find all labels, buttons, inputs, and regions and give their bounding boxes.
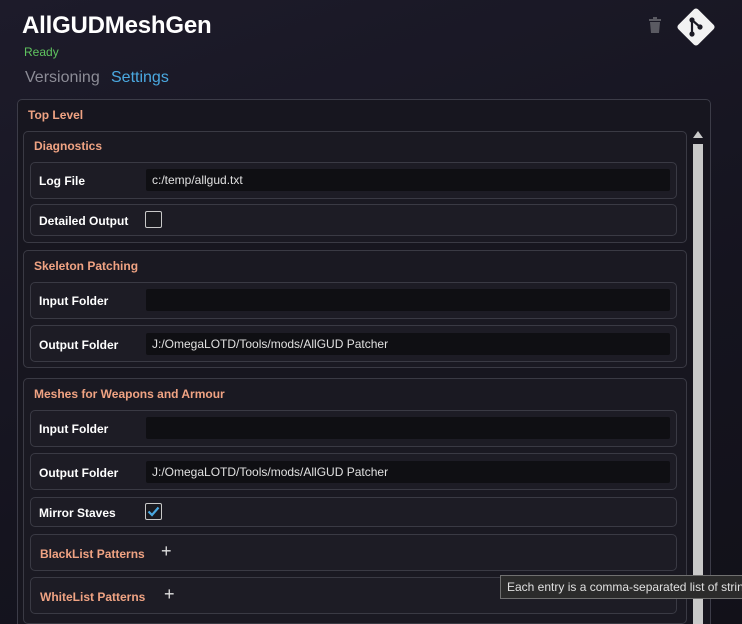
skeleton-input-folder-label: Input Folder [39,294,109,308]
add-blacklist-button[interactable]: + [161,542,172,560]
scroll-up-arrow-icon[interactable] [693,131,703,138]
tab-settings[interactable]: Settings [111,69,169,87]
git-icon[interactable] [676,7,716,47]
top-level-label: Top Level [28,108,84,122]
whitelist-label: WhiteList Patterns [40,590,146,604]
meshes-input-folder-input[interactable] [146,417,670,439]
status-text: Ready [24,45,59,59]
checkmark-icon [147,506,160,517]
meshes-output-folder-input[interactable]: J:/OmegaLOTD/Tools/mods/AllGUD Patcher [146,461,670,483]
meshes-input-folder-label: Input Folder [39,422,109,436]
tooltip: Each entry is a comma-separated list of … [500,575,742,599]
log-file-input[interactable]: c:/temp/allgud.txt [146,169,670,191]
meshes-output-folder-label: Output Folder [39,466,119,480]
add-whitelist-button[interactable]: + [164,585,175,603]
meshes-title: Meshes for Weapons and Armour [34,387,225,401]
skeleton-patching-title: Skeleton Patching [34,259,139,273]
app-title: AllGUDMeshGen [22,12,212,39]
blacklist-label: BlackList Patterns [40,547,145,561]
diagnostics-title: Diagnostics [34,139,103,153]
skeleton-input-folder-input[interactable] [146,289,670,311]
tab-versioning[interactable]: Versioning [25,69,100,87]
mirror-staves-label: Mirror Staves [39,506,116,520]
mirror-staves-checkbox[interactable] [145,503,162,520]
skeleton-output-folder-input[interactable]: J:/OmegaLOTD/Tools/mods/AllGUD Patcher [146,333,670,355]
detailed-output-label: Detailed Output [39,214,129,228]
skeleton-output-folder-label: Output Folder [39,338,119,352]
mirror-staves-row [30,497,677,527]
log-file-label: Log File [39,174,85,188]
trash-icon[interactable] [646,16,664,34]
scrollbar-thumb[interactable] [693,144,703,624]
detailed-output-checkbox[interactable] [145,211,162,228]
